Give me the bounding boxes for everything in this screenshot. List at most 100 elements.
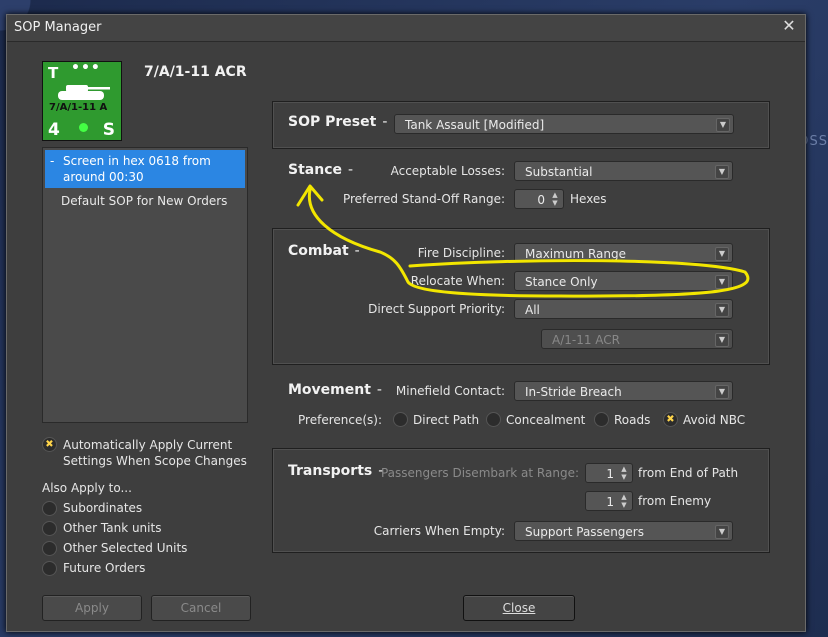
cancel-button[interactable]: Cancel: [151, 595, 251, 621]
checkbox-icon: [393, 412, 408, 427]
carriers-when-empty-select[interactable]: Support Passengers ▼: [514, 521, 733, 541]
direct-support-priority-select[interactable]: All ▼: [514, 299, 733, 319]
chevron-down-icon: ▼: [715, 247, 729, 261]
sop-preset-select[interactable]: Tank Assault [Modified] ▼: [394, 114, 734, 134]
checkbox-icon: [42, 521, 57, 536]
title-bar: SOP Manager ✕: [7, 15, 805, 42]
avoid-nbc-checkbox[interactable]: ✖ Avoid NBC: [663, 412, 745, 427]
apply-button[interactable]: Apply: [42, 595, 142, 621]
also-apply-title: Also Apply to...: [42, 481, 132, 495]
spin-arrows-icon[interactable]: ▲ ▼: [618, 465, 630, 481]
preferences-label: Preference(s):: [298, 413, 382, 427]
other-tank-units-checkbox[interactable]: Other Tank units: [42, 521, 161, 536]
minefield-contact-value: In-Stride Breach: [525, 385, 622, 399]
chevron-down-icon: ▼: [715, 333, 729, 347]
acceptable-losses-select[interactable]: Substantial ▼: [514, 161, 733, 181]
movement-heading: Movement -: [288, 382, 382, 398]
combat-group: Combat - Fire Discipline: Maximum Range ▼…: [272, 228, 770, 365]
end-of-path-label: from End of Path: [638, 466, 739, 480]
stance-heading-text: Stance: [288, 162, 342, 178]
chevron-down-icon: ▼: [715, 385, 729, 399]
transports-group: Transports - Passengers Disembark at Rang…: [272, 448, 770, 553]
chevron-down-icon: ▼: [715, 303, 729, 317]
transports-heading: Transports -: [288, 463, 384, 479]
subordinates-label: Subordinates: [63, 501, 143, 515]
list-item[interactable]: - Screen in hex 0618 from around 00:30: [45, 150, 245, 188]
list-item[interactable]: Default SOP for New Orders: [43, 190, 247, 212]
checkbox-checked-icon: ✖: [42, 437, 57, 452]
chevron-down-icon: ▼: [715, 525, 729, 539]
sop-manager-window: SOP Manager ✕ T ••• 7/A/1-11 A 4 S 7/A/1…: [6, 14, 806, 632]
chevron-down-icon: ▼: [715, 275, 729, 289]
sop-preset-heading-text: SOP Preset: [288, 114, 377, 130]
transports-heading-text: Transports: [288, 463, 373, 479]
concealment-checkbox[interactable]: Concealment: [486, 412, 585, 427]
avoid-nbc-label: Avoid NBC: [683, 412, 746, 427]
close-icon[interactable]: ✕: [781, 18, 797, 34]
checkbox-icon: [42, 541, 57, 556]
acceptable-losses-value: Substantial: [525, 165, 593, 179]
unit-name: 7/A/1-11 ACR: [144, 64, 247, 80]
checkbox-icon: [42, 501, 57, 516]
direct-support-priority-value: All: [525, 303, 540, 317]
standoff-range-label: Preferred Stand-Off Range:: [342, 192, 505, 206]
unit-counter-icon: T ••• 7/A/1-11 A 4 S: [42, 60, 122, 141]
direct-path-label: Direct Path: [413, 412, 480, 427]
unit-icon-status: S: [102, 120, 115, 140]
unit-icon-label: 7/A/1-11 A: [49, 102, 108, 113]
standoff-range-stepper[interactable]: 0 ▲ ▼: [514, 189, 564, 209]
other-selected-units-checkbox[interactable]: Other Selected Units: [42, 541, 187, 556]
standoff-range-value: 0: [537, 193, 545, 207]
chevron-down-icon: ▼: [715, 165, 729, 179]
standoff-unit-label: Hexes: [570, 192, 607, 206]
from-enemy-value: 1: [606, 495, 614, 509]
end-of-path-stepper[interactable]: 1 ▲ ▼: [585, 463, 633, 483]
list-item-marker: -: [50, 154, 55, 168]
minefield-contact-select[interactable]: In-Stride Breach ▼: [514, 381, 733, 401]
acceptable-losses-label: Acceptable Losses:: [390, 164, 505, 178]
fire-discipline-label: Fire Discipline:: [417, 246, 505, 260]
direct-support-priority-label: Direct Support Priority:: [368, 302, 505, 316]
future-orders-label: Future Orders: [63, 561, 146, 575]
direct-support-unit-select[interactable]: A/1-11 ACR ▼: [541, 329, 733, 349]
checkbox-icon: [42, 561, 57, 576]
movement-heading-text: Movement: [288, 382, 371, 398]
checkbox-icon: [594, 412, 609, 427]
auto-apply-checkbox[interactable]: ✖ Automatically Apply Current Settings W…: [42, 437, 252, 469]
concealment-label: Concealment: [506, 412, 586, 427]
from-enemy-label: from Enemy: [638, 494, 712, 508]
sop-preset-heading: SOP Preset -: [288, 114, 388, 130]
sop-preset-value: Tank Assault [Modified]: [405, 118, 545, 132]
relocate-when-label: Relocate When:: [410, 274, 505, 288]
roads-label: Roads: [614, 412, 651, 427]
tank-icon: [58, 85, 110, 100]
other-selected-units-label: Other Selected Units: [63, 541, 188, 555]
fire-discipline-select[interactable]: Maximum Range ▼: [514, 243, 733, 263]
direct-support-unit-value: A/1-11 ACR: [552, 333, 621, 347]
other-tank-units-label: Other Tank units: [63, 521, 162, 535]
chevron-down-icon: ▼: [716, 118, 730, 132]
future-orders-checkbox[interactable]: Future Orders: [42, 561, 145, 576]
spin-arrows-icon[interactable]: ▲ ▼: [618, 493, 630, 509]
close-button[interactable]: Close: [463, 595, 575, 621]
end-of-path-value: 1: [606, 467, 614, 481]
carriers-when-empty-value: Support Passengers: [525, 525, 644, 539]
relocate-when-value: Stance Only: [525, 275, 598, 289]
carriers-when-empty-label: Carriers When Empty:: [373, 524, 505, 538]
checkbox-checked-icon: ✖: [663, 412, 678, 427]
sop-list[interactable]: - Screen in hex 0618 from around 00:30 D…: [42, 147, 248, 423]
list-item-label: Default SOP for New Orders: [61, 194, 228, 208]
unit-icon-strength: 4: [48, 120, 60, 140]
disembark-range-label: Passengers Disembark at Range:: [380, 466, 579, 480]
from-enemy-stepper[interactable]: 1 ▲ ▼: [585, 491, 633, 511]
minefield-contact-label: Minefield Contact:: [395, 384, 505, 398]
subordinates-checkbox[interactable]: Subordinates: [42, 501, 142, 516]
sop-preset-group: SOP Preset - Tank Assault [Modified] ▼: [272, 101, 770, 149]
roads-checkbox[interactable]: Roads: [594, 412, 650, 427]
auto-apply-label: Automatically Apply Current Settings Whe…: [63, 438, 247, 468]
direct-path-checkbox[interactable]: Direct Path: [393, 412, 479, 427]
relocate-when-select[interactable]: Stance Only ▼: [514, 271, 733, 291]
list-item-label: Screen in hex 0618 from around 00:30: [63, 154, 211, 184]
window-title: SOP Manager: [14, 20, 102, 35]
spin-arrows-icon[interactable]: ▲ ▼: [549, 191, 561, 207]
